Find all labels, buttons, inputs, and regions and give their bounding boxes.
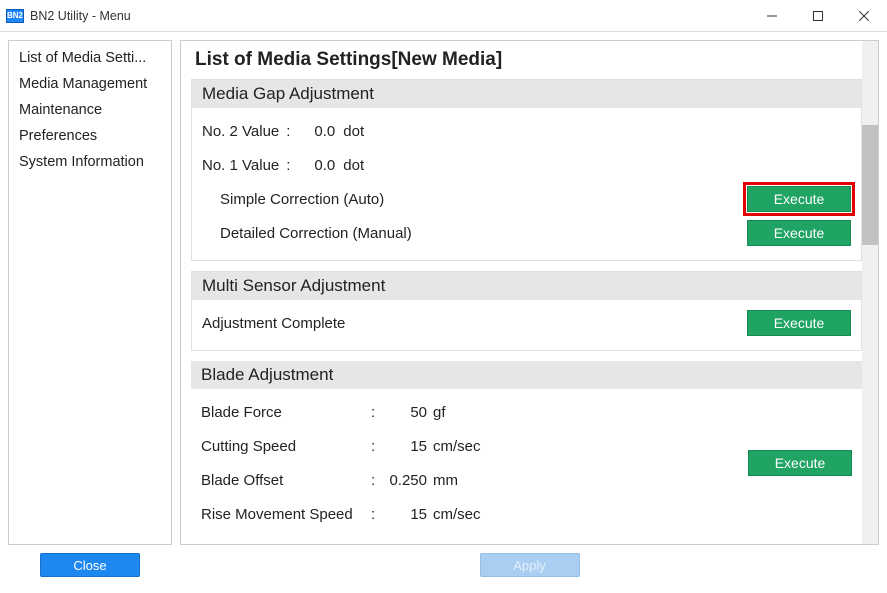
no2-label: No. 2 Value — [202, 123, 279, 140]
execute-multi-sensor-button[interactable]: Execute — [747, 310, 851, 336]
row-no1-value: No. 1 Value : 0.0 dot — [202, 148, 851, 182]
titlebar: BN2 BN2 Utility - Menu — [0, 0, 887, 32]
blade-offset-value: 0.250 — [383, 472, 433, 489]
row-no2-value: No. 2 Value : 0.0 dot — [202, 114, 851, 148]
row-simple-correction: Simple Correction (Auto) Execute — [202, 182, 851, 216]
no1-value: 0.0 — [297, 157, 341, 174]
sidebar-item-media-settings[interactable]: List of Media Setti... — [9, 45, 171, 71]
minimize-button[interactable] — [749, 0, 795, 32]
scrollbar-track[interactable] — [862, 41, 878, 544]
blade-offset-unit: mm — [433, 472, 458, 489]
colon: : — [371, 404, 383, 421]
blade-force-label: Blade Force — [201, 404, 371, 421]
rise-speed-label: Rise Movement Speed — [201, 506, 371, 523]
page-title: List of Media Settings[New Media] — [191, 47, 862, 79]
content-scroll: List of Media Settings[New Media] Media … — [181, 41, 878, 544]
simple-correction-label: Simple Correction (Auto) — [220, 191, 384, 208]
row-blade-force: Blade Force : 50 gf — [201, 395, 732, 429]
detailed-correction-label: Detailed Correction (Manual) — [220, 225, 412, 242]
colon: : — [279, 157, 297, 174]
scrollbar-thumb[interactable] — [862, 125, 878, 245]
no2-unit: dot — [341, 123, 364, 140]
row-cutting-speed: Cutting Speed : 15 cm/sec — [201, 429, 732, 463]
row-blade-offset: Blade Offset : 0.250 mm — [201, 463, 732, 497]
rise-speed-value: 15 — [383, 506, 433, 523]
row-multi-sensor-status: Adjustment Complete Execute — [202, 306, 851, 340]
section-header-blade: Blade Adjustment — [191, 361, 862, 389]
blade-force-unit: gf — [433, 404, 446, 421]
sidebar-item-media-management[interactable]: Media Management — [9, 71, 171, 97]
cutting-speed-value: 15 — [383, 438, 433, 455]
section-blade: Blade Adjustment Blade Force : 50 gf Cut… — [191, 361, 862, 541]
row-detailed-correction: Detailed Correction (Manual) Execute — [202, 216, 851, 250]
no2-value: 0.0 — [297, 123, 341, 140]
colon: : — [279, 123, 297, 140]
section-media-gap: Media Gap Adjustment No. 2 Value : 0.0 d… — [191, 79, 862, 261]
main-area: List of Media Setti... Media Management … — [0, 32, 887, 553]
execute-blade-button[interactable]: Execute — [748, 450, 852, 476]
colon: : — [371, 506, 383, 523]
row-rise-speed: Rise Movement Speed : 15 cm/sec — [201, 497, 732, 531]
sidebar-item-maintenance[interactable]: Maintenance — [9, 97, 171, 123]
multi-sensor-status: Adjustment Complete — [202, 315, 345, 332]
colon: : — [371, 438, 383, 455]
execute-simple-correction-button[interactable]: Execute — [747, 186, 851, 212]
no1-label: No. 1 Value — [202, 157, 279, 174]
sidebar-item-preferences[interactable]: Preferences — [9, 123, 171, 149]
window-controls — [749, 0, 887, 32]
section-multi-sensor: Multi Sensor Adjustment Adjustment Compl… — [191, 271, 862, 351]
close-window-button[interactable] — [841, 0, 887, 32]
app-icon: BN2 — [6, 9, 24, 23]
content-panel: List of Media Settings[New Media] Media … — [180, 40, 879, 545]
window-title: BN2 Utility - Menu — [30, 9, 131, 23]
rise-speed-unit: cm/sec — [433, 506, 481, 523]
cutting-speed-unit: cm/sec — [433, 438, 481, 455]
maximize-button[interactable] — [795, 0, 841, 32]
section-header-multi-sensor: Multi Sensor Adjustment — [192, 272, 861, 300]
apply-button[interactable]: Apply — [480, 553, 580, 577]
sidebar: List of Media Setti... Media Management … — [8, 40, 172, 545]
cutting-speed-label: Cutting Speed — [201, 438, 371, 455]
sidebar-item-system-information[interactable]: System Information — [9, 149, 171, 175]
section-header-media-gap: Media Gap Adjustment — [192, 80, 861, 108]
execute-detailed-correction-button[interactable]: Execute — [747, 220, 851, 246]
footer: Close Apply — [0, 553, 887, 585]
colon: : — [371, 472, 383, 489]
blade-force-value: 50 — [383, 404, 433, 421]
blade-offset-label: Blade Offset — [201, 472, 371, 489]
no1-unit: dot — [341, 157, 364, 174]
close-button[interactable]: Close — [40, 553, 140, 577]
